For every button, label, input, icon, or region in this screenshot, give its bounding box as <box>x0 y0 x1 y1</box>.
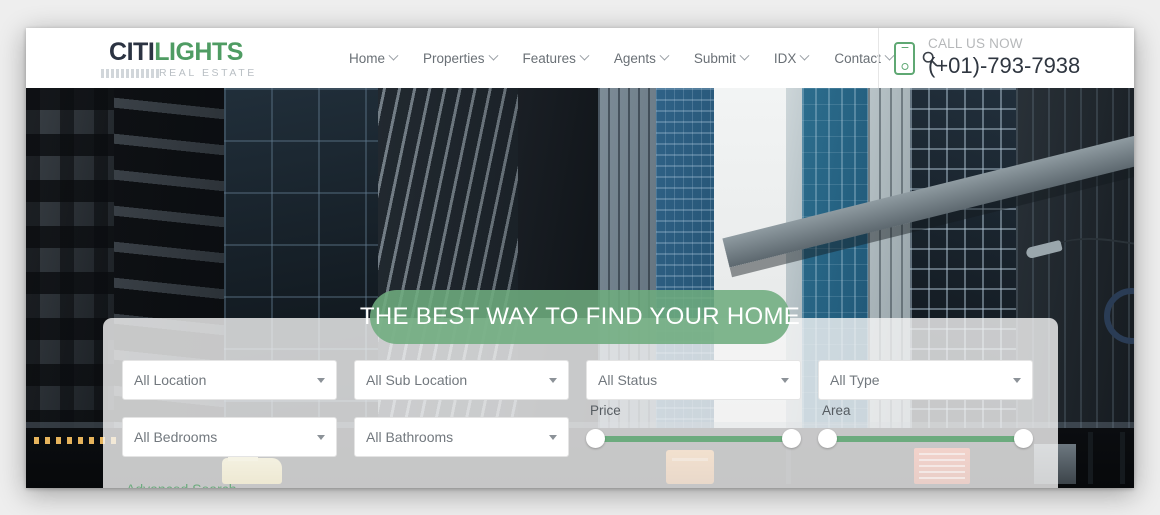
select-location[interactable]: All Location <box>122 360 337 400</box>
select-bathrooms[interactable]: All Bathrooms <box>354 417 569 457</box>
logo-subtitle: REAL ESTATE <box>159 67 257 79</box>
chevron-down-icon <box>799 50 810 61</box>
chevron-down-icon <box>317 378 325 383</box>
site-header: CITILIGHTS REAL ESTATE Home Properties F <box>26 28 1134 88</box>
website-card: CITILIGHTS REAL ESTATE Home Properties F <box>26 28 1134 488</box>
slider-area-handle-min[interactable] <box>818 429 837 448</box>
nav-label-agents: Agents <box>613 50 656 66</box>
nav-label-home: Home <box>349 50 386 66</box>
chevron-down-icon <box>388 50 399 61</box>
select-status-value: All Status <box>598 372 658 388</box>
chevron-down-icon <box>579 50 590 61</box>
nav-label-idx: IDX <box>773 50 797 66</box>
hero-section: THE BEST WAY TO FIND YOUR HOME All Locat… <box>26 88 1134 488</box>
slider-price-label: Price <box>590 403 621 418</box>
search-row-1: All Location All Sub Location All Status… <box>122 360 1042 400</box>
slider-area-label: Area <box>822 403 851 418</box>
logo-subtitle-row: REAL ESTATE <box>101 68 254 78</box>
header-divider <box>878 28 879 88</box>
page-root: CITILIGHTS REAL ESTATE Home Properties F <box>0 0 1160 515</box>
nav-label-contact: Contact <box>834 50 881 66</box>
logo-wordmark: CITILIGHTS <box>101 40 251 65</box>
hero-title-text: THE BEST WAY TO FIND YOUR HOME <box>359 303 801 330</box>
call-us-label: CALL US NOW <box>928 36 1023 52</box>
slider-area-track[interactable] <box>828 436 1023 442</box>
select-bathrooms-value: All Bathrooms <box>366 429 454 445</box>
site-logo[interactable]: CITILIGHTS REAL ESTATE <box>101 40 254 78</box>
nav-label-features: Features <box>522 50 576 66</box>
street-post <box>1120 432 1125 484</box>
slider-area-handle-max[interactable] <box>1014 429 1033 448</box>
hero-title-pill: THE BEST WAY TO FIND YOUR HOME <box>360 290 800 344</box>
select-type[interactable]: All Type <box>818 360 1033 400</box>
call-us-number[interactable]: (+01)-793-7938 <box>928 53 1080 78</box>
chevron-down-icon <box>549 435 557 440</box>
nav-item-agents[interactable]: Agents <box>601 50 681 66</box>
select-sub-location-value: All Sub Location <box>366 372 468 388</box>
slider-area[interactable]: Area <box>818 403 1033 457</box>
select-bedrooms[interactable]: All Bedrooms <box>122 417 337 457</box>
select-status[interactable]: All Status <box>586 360 801 400</box>
logo-dot-pattern-icon <box>101 68 159 78</box>
nav-item-features[interactable]: Features <box>510 50 601 66</box>
select-bedrooms-value: All Bedrooms <box>134 429 218 445</box>
mobile-phone-icon <box>894 41 915 75</box>
nav-item-home[interactable]: Home <box>336 50 410 66</box>
chevron-down-icon <box>1013 378 1021 383</box>
slider-price-handle-min[interactable] <box>586 429 605 448</box>
select-sub-location[interactable]: All Sub Location <box>354 360 569 400</box>
slider-price-track[interactable] <box>596 436 791 442</box>
chevron-down-icon <box>317 435 325 440</box>
chevron-down-icon <box>739 50 750 61</box>
search-row-2: All Bedrooms All Bathrooms Price Area <box>122 403 1042 457</box>
nav-item-properties[interactable]: Properties <box>410 50 510 66</box>
nav-label-submit: Submit <box>693 50 736 66</box>
slider-price-handle-max[interactable] <box>782 429 801 448</box>
nav-item-idx[interactable]: IDX <box>761 50 822 66</box>
logo-text-primary: CITI <box>109 38 155 66</box>
chevron-down-icon <box>781 378 789 383</box>
nav-label-properties: Properties <box>423 50 485 66</box>
chevron-down-icon <box>488 50 498 61</box>
call-us-block[interactable]: CALL US NOW (+01)-793-7938 <box>894 28 1080 88</box>
advanced-search-link[interactable]: Advanced Search <box>126 481 237 488</box>
call-text-group: CALL US NOW (+01)-793-7938 <box>928 36 1080 79</box>
chevron-down-icon <box>549 378 557 383</box>
street-post <box>1088 432 1093 484</box>
chevron-down-icon <box>659 50 670 61</box>
chevron-down-icon <box>884 50 895 61</box>
main-navigation: Home Properties Features Agents Submit I… <box>336 28 949 88</box>
select-location-value: All Location <box>134 372 207 388</box>
logo-text-secondary: LIGHTS <box>154 38 243 66</box>
nav-item-submit[interactable]: Submit <box>681 50 761 66</box>
select-type-value: All Type <box>830 372 880 388</box>
slider-price[interactable]: Price <box>586 403 801 457</box>
